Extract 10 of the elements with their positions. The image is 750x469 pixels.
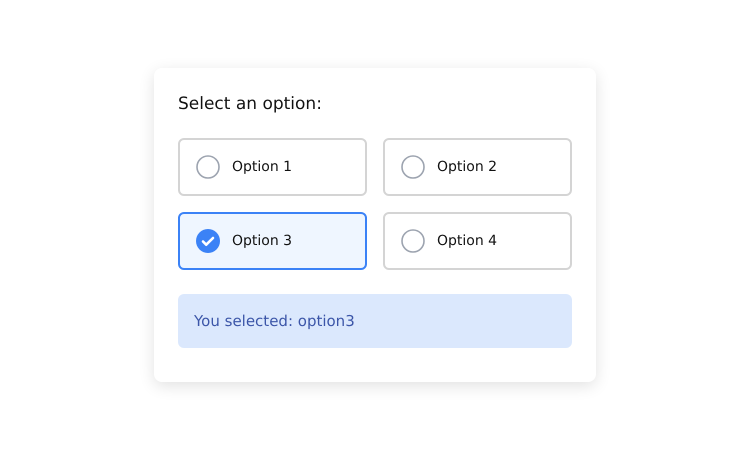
radio-circle-icon [401, 155, 425, 179]
radio-circle-icon [401, 229, 425, 253]
radio-option[interactable]: Option 3 [178, 212, 367, 270]
question-title: Select an option: [178, 94, 323, 114]
radio-option[interactable]: Option 4 [383, 212, 572, 270]
radio-circle-icon [196, 155, 220, 179]
check-circle-icon [196, 229, 220, 253]
radio-option[interactable]: Option 1 [178, 138, 367, 196]
radio-option[interactable]: Option 2 [383, 138, 572, 196]
result-message: You selected: option3 [178, 294, 572, 348]
